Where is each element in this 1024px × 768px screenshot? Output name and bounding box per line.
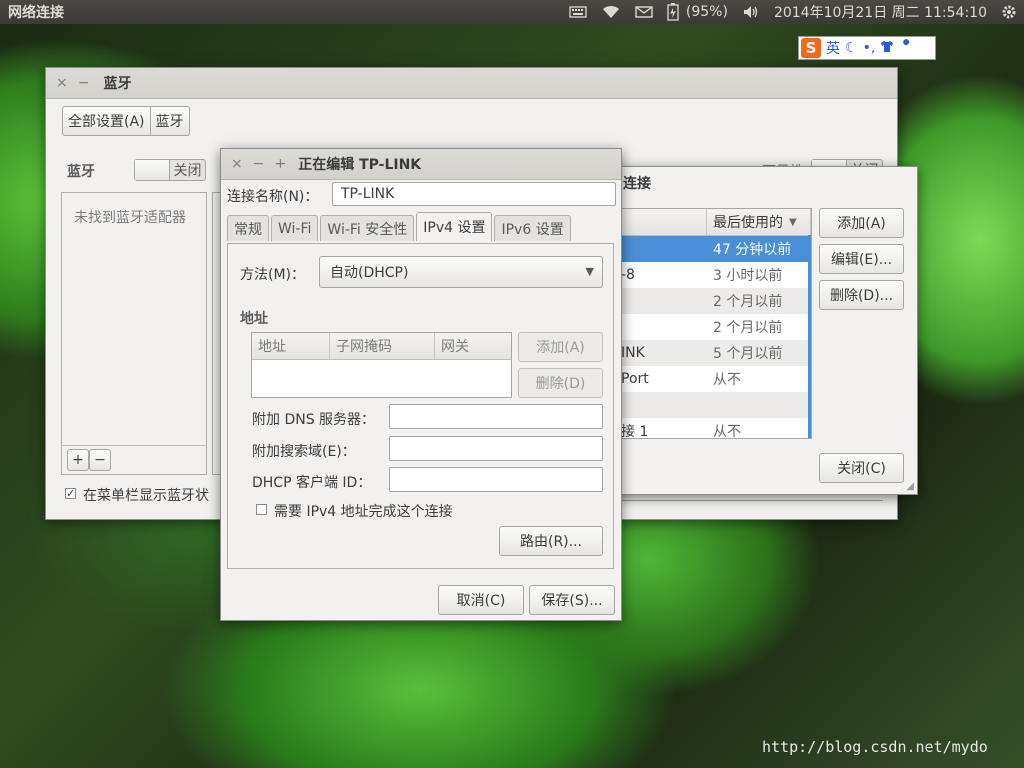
row-time: 从不 (713, 424, 741, 438)
row-name: Port (621, 371, 649, 387)
wrench-icon[interactable] (899, 39, 913, 57)
battery-percent: (95%) (685, 4, 728, 20)
gateway-column-header[interactable]: 网关 (435, 333, 511, 359)
connection-name-label: 连接名称(N)： (227, 189, 319, 205)
bluetooth-toggle[interactable]: 关闭 (134, 159, 206, 181)
method-dropdown[interactable]: 自动(DHCP) ▼ (319, 256, 603, 288)
save-button[interactable]: 保存(S)... (529, 585, 615, 615)
require-ipv4-label[interactable]: 需要 IPv4 地址完成这个连接 (274, 501, 453, 521)
tab-general[interactable]: 常规 (227, 215, 269, 241)
maximize-icon[interactable]: + (274, 156, 286, 172)
row-time: 3 小时以前 (713, 268, 783, 284)
device-list[interactable]: 未找到蓝牙适配器 (61, 192, 207, 475)
row-time: 2 个月以前 (713, 320, 783, 336)
device-list-toolbar: + − (61, 445, 207, 476)
address-table-header: 地址 子网掩码 网关 (252, 333, 511, 360)
close-icon[interactable]: × (56, 75, 68, 91)
tab-bar: 常规 Wi-Fi Wi-Fi 安全性 IPv4 设置 IPv6 设置 (227, 212, 573, 241)
moon-icon[interactable]: ☾ (845, 40, 858, 56)
tab-wifi-security[interactable]: Wi-Fi 安全性 (320, 215, 415, 241)
dns-input[interactable] (389, 404, 603, 429)
add-address-button[interactable]: 添加(A) (518, 332, 603, 362)
window-title: 蓝牙 (103, 76, 132, 92)
cancel-button[interactable]: 取消(C) (438, 585, 524, 615)
gear-icon[interactable] (994, 0, 1024, 24)
bluetooth-label: 蓝牙 (67, 164, 95, 180)
network-window-title: 连接 (623, 176, 651, 192)
connection-name-input[interactable]: TP-LINK (332, 182, 616, 206)
mail-icon[interactable] (628, 0, 660, 24)
edit-window-title: 正在编辑 TP-LINK (298, 157, 422, 173)
method-label: 方法(M)： (240, 267, 306, 283)
close-icon[interactable]: × (231, 156, 243, 172)
top-panel: 网络连接 (95%) 2014年10月21日 周二 11:54:10 (0, 0, 1024, 24)
input-method-bar[interactable]: S 英 ☾ •, (798, 36, 936, 60)
battery-icon[interactable] (660, 0, 686, 24)
bluetooth-titlebar: × − 蓝牙 (46, 68, 897, 99)
show-in-menubar-checkbox[interactable]: ✓ (65, 488, 76, 499)
delete-connection-button[interactable]: 删除(D)... (819, 280, 904, 310)
breadcrumb-bluetooth[interactable]: 蓝牙 (151, 107, 189, 135)
breadcrumb-all-settings[interactable]: 全部设置(A) (63, 107, 151, 135)
sogou-logo-icon[interactable]: S (801, 38, 821, 58)
add-connection-button[interactable]: 添加(A) (819, 208, 904, 238)
row-name: 接 1 (621, 424, 649, 438)
indicator-area: (95%) 2014年10月21日 周二 11:54:10 (562, 0, 1024, 24)
search-domain-input[interactable] (389, 436, 603, 461)
breadcrumb: 全部设置(A) 蓝牙 (62, 106, 190, 136)
add-device-button[interactable]: + (67, 449, 89, 471)
dhcp-client-id-input[interactable] (389, 467, 603, 492)
app-title: 网络连接 (8, 5, 64, 21)
row-time: 从不 (713, 372, 741, 388)
edit-connection-window: × − + 正在编辑 TP-LINK 连接名称(N)： TP-LINK 常规 W… (220, 148, 622, 621)
ipv4-panel: 方法(M)： 自动(DHCP) ▼ 地址 地址 子网掩码 网关 添加(A) 删除… (227, 243, 614, 569)
edit-titlebar: × − + 正在编辑 TP-LINK (221, 149, 621, 180)
show-in-menubar-label[interactable]: 在菜单栏显示蓝牙状 (83, 485, 209, 505)
dhcp-client-id-label: DHCP 客户端 ID： (252, 475, 372, 491)
ime-language[interactable]: 英 (826, 38, 840, 58)
chevron-down-icon: ▼ (585, 265, 594, 278)
resize-grip-icon[interactable]: ◢ (906, 481, 914, 492)
address-column-header[interactable]: 地址 (252, 333, 330, 359)
punctuation-icon[interactable]: •, (863, 40, 876, 56)
require-ipv4-checkbox[interactable] (256, 504, 267, 515)
watermark-text: http://blog.csdn.net/mydo (762, 738, 988, 756)
bottom-rule (621, 500, 883, 501)
keyboard-icon[interactable] (562, 0, 594, 24)
routes-button[interactable]: 路由(R)... (499, 526, 603, 556)
row-time: 2 个月以前 (713, 294, 783, 310)
remove-device-button[interactable]: − (89, 449, 111, 471)
row-time: 47 分钟以前 (713, 242, 792, 258)
edit-connection-button[interactable]: 编辑(E)... (819, 244, 904, 274)
delete-address-button[interactable]: 删除(D) (518, 368, 603, 398)
tab-ipv4[interactable]: IPv4 设置 (416, 212, 493, 241)
last-used-header-label: 最后使用的 (713, 215, 783, 231)
no-adapter-text: 未找到蓝牙适配器 (74, 210, 186, 226)
tab-wifi[interactable]: Wi-Fi (271, 215, 319, 241)
address-section-title: 地址 (240, 311, 268, 327)
last-used-column-header[interactable]: 最后使用的 ▼ (707, 209, 811, 235)
minimize-icon[interactable]: − (78, 75, 90, 91)
volume-icon[interactable] (735, 0, 767, 24)
sort-down-icon: ▼ (789, 216, 797, 228)
row-name: INK (621, 345, 645, 361)
address-table[interactable]: 地址 子网掩码 网关 (251, 332, 512, 398)
row-time: 5 个月以前 (713, 346, 783, 362)
shirt-icon[interactable] (880, 40, 894, 57)
search-domain-label: 附加搜索域(E)： (252, 444, 356, 460)
method-value: 自动(DHCP) (330, 265, 409, 281)
scrollbar[interactable] (808, 235, 811, 438)
netmask-column-header[interactable]: 子网掩码 (330, 333, 435, 359)
row-name: -8 (621, 267, 635, 283)
close-button[interactable]: 关闭(C) (819, 453, 904, 483)
tab-ipv6[interactable]: IPv6 设置 (494, 215, 571, 241)
datetime[interactable]: 2014年10月21日 周二 11:54:10 (767, 0, 994, 24)
dns-label: 附加 DNS 服务器： (252, 412, 376, 428)
minimize-icon[interactable]: − (253, 156, 265, 172)
toggle-off-label: 关闭 (173, 163, 202, 179)
wifi-icon[interactable] (594, 0, 628, 24)
